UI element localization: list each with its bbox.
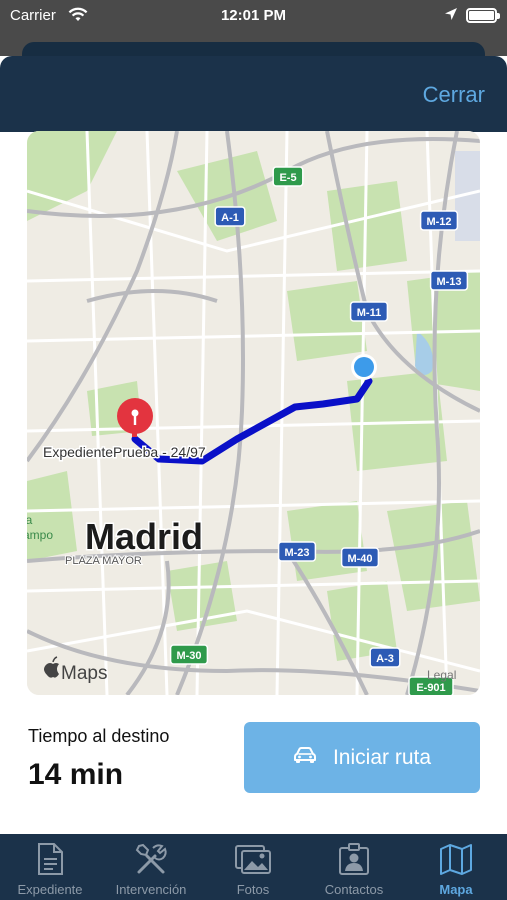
district-label: PLAZA MAYOR [65, 555, 142, 567]
destination-label: ExpedientePrueba - 24/97 [43, 444, 206, 460]
road-shield: M-11 [349, 301, 389, 322]
road-shield: A-3 [369, 647, 401, 668]
tab-contactos[interactable]: Contactos [304, 834, 404, 900]
photos-icon [203, 842, 303, 878]
start-route-button[interactable]: Iniciar ruta [244, 722, 480, 793]
status-time: 12:01 PM [220, 7, 287, 24]
current-location-marker [351, 354, 377, 380]
contact-card-icon [304, 842, 404, 878]
eta-label: Tiempo al destino [28, 726, 170, 746]
svg-text:M-30: M-30 [176, 650, 201, 662]
svg-text:M-11: M-11 [357, 307, 381, 319]
tab-label: Contactos [324, 882, 384, 897]
tab-mapa[interactable]: Mapa [406, 834, 506, 900]
road-shield: M-40 [340, 547, 380, 568]
city-label: Madrid [85, 516, 203, 557]
svg-text:E-5: E-5 [279, 172, 296, 184]
status-bar: Carrier 12:01 PM [0, 0, 507, 34]
road-shield: E-5 [272, 166, 304, 187]
svg-text:M-40: M-40 [347, 553, 372, 565]
road-shield: M-23 [277, 541, 317, 562]
tab-label: Expediente [17, 882, 83, 897]
map-icon [406, 842, 506, 878]
road-shield: A-1 [214, 206, 246, 227]
car-icon [293, 746, 317, 770]
tab-bar: Expediente Intervención Fotos Contactos … [0, 834, 507, 900]
svg-text:M-23: M-23 [284, 547, 309, 559]
start-route-label: Iniciar ruta [332, 745, 432, 769]
road-shield: M-12 [419, 210, 459, 231]
tab-expediente[interactable]: Expediente [0, 834, 100, 900]
tab-fotos[interactable]: Fotos [203, 834, 303, 900]
location-arrow-icon [444, 7, 458, 25]
edge-label: ampo [27, 528, 53, 542]
legal-link[interactable]: Legal [427, 668, 456, 682]
tab-intervencion[interactable]: Intervención [101, 834, 201, 900]
tab-label: Fotos [236, 882, 270, 897]
svg-text:A-1: A-1 [221, 212, 239, 224]
edge-label: la [27, 513, 33, 527]
tab-label: Mapa [439, 882, 473, 897]
road-shield: M-30 [169, 644, 209, 665]
route-map[interactable]: ExpedientePrueba - 24/97 Madrid PLAZA MA… [27, 131, 480, 695]
svg-text:M-13: M-13 [436, 276, 461, 288]
close-button[interactable]: Cerrar [423, 82, 485, 108]
tools-icon [101, 842, 201, 878]
svg-text:E-901: E-901 [416, 682, 445, 694]
road-shield: M-13 [429, 270, 469, 291]
battery-icon [466, 8, 500, 23]
tab-label: Intervención [115, 882, 187, 897]
svg-text:A-3: A-3 [376, 653, 394, 665]
eta-value: 14 min [28, 758, 124, 791]
svg-text:M-12: M-12 [426, 216, 451, 228]
document-icon [0, 842, 100, 878]
modal-header: Cerrar [0, 56, 507, 132]
maps-attribution: Maps [61, 663, 107, 684]
